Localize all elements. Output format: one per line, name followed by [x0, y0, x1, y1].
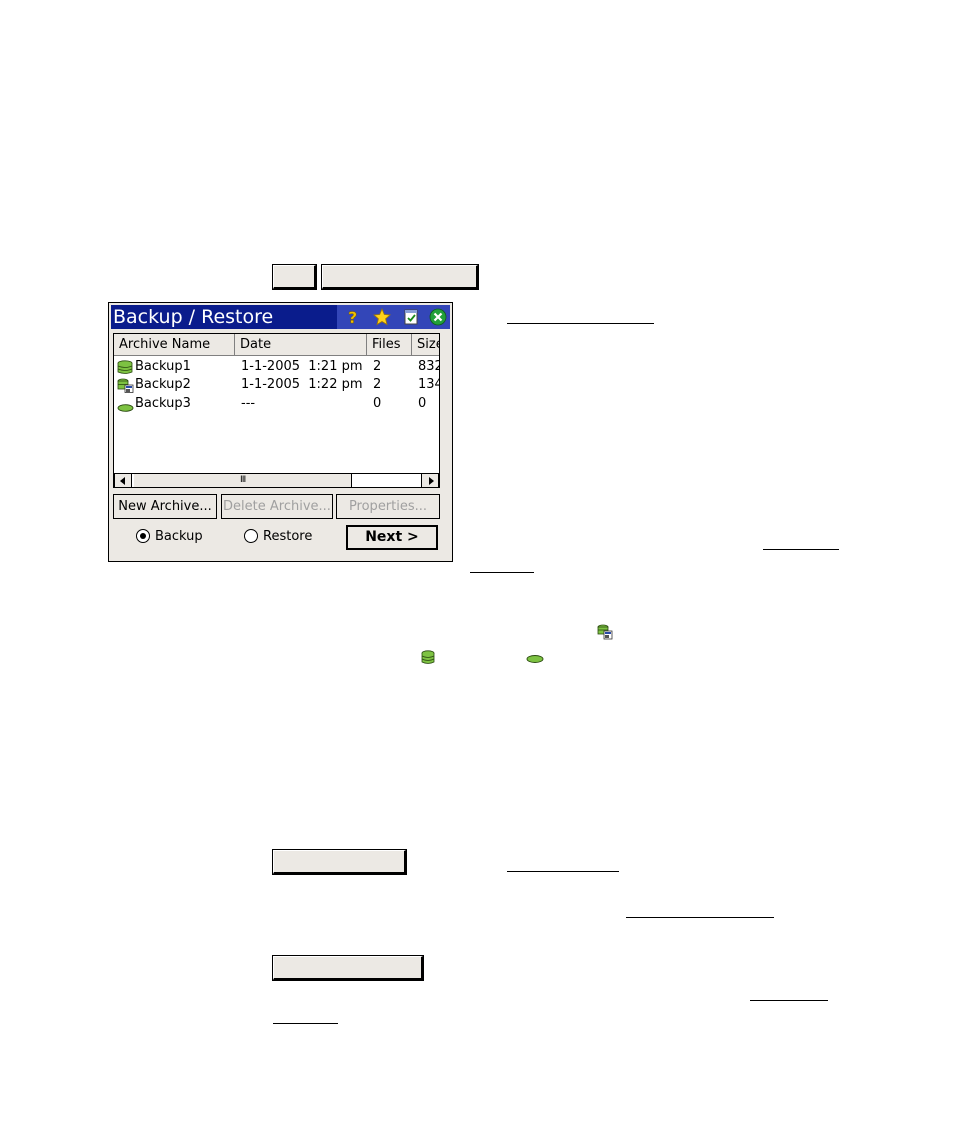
new-archive-button[interactable]: New Archive...	[113, 494, 217, 519]
database-stack-window-icon	[597, 624, 613, 640]
link-underline-5[interactable]	[626, 917, 774, 918]
link-underline-6[interactable]	[750, 1000, 828, 1001]
restore-radio[interactable]: Restore	[244, 528, 324, 546]
scroll-thumb[interactable]: Ⅲ	[134, 474, 352, 487]
grip-icon: Ⅲ	[240, 475, 247, 485]
archive-list[interactable]: Archive Name Date Files Size Backup1 1-1…	[113, 333, 440, 488]
backup-radio[interactable]: Backup	[136, 528, 216, 546]
archive-name: Backup1	[135, 359, 191, 374]
scroll-left-button[interactable]	[114, 474, 132, 487]
empty-disk-icon	[117, 404, 134, 412]
archive-size: 134	[418, 377, 439, 392]
blank-button-wide-top[interactable]	[321, 264, 479, 290]
arrow-right-icon	[429, 477, 434, 485]
archive-date: ---	[241, 396, 256, 411]
title-bar-icons: ?	[337, 305, 450, 329]
archive-date: 1-1-2005 1:21 pm	[241, 359, 363, 374]
column-header-archive-name[interactable]: Archive Name	[114, 334, 235, 356]
radio-selected-dot	[140, 533, 146, 539]
link-underline-1[interactable]	[507, 323, 654, 324]
column-header-size[interactable]: Size	[412, 334, 439, 356]
star-icon[interactable]	[373, 308, 391, 326]
properties-button[interactable]: Properties...	[336, 494, 440, 519]
archive-files: 2	[373, 359, 382, 374]
database-stack-icon	[117, 360, 133, 374]
help-icon[interactable]: ?	[343, 308, 361, 326]
backup-radio-label: Backup	[155, 529, 203, 544]
blank-button-small-top[interactable]	[272, 264, 317, 290]
archive-date: 1-1-2005 1:22 pm	[241, 377, 363, 392]
next-button[interactable]: Next >	[346, 525, 438, 550]
archive-name: Backup3	[135, 396, 191, 411]
archive-size: 832	[418, 359, 439, 374]
task-list-icon[interactable]	[402, 308, 420, 326]
archive-name: Backup2	[135, 377, 191, 392]
radio-circle	[244, 529, 258, 543]
delete-archive-button[interactable]: Delete Archive...	[221, 494, 333, 519]
blank-button-middle[interactable]	[272, 849, 407, 875]
svg-text:?: ?	[348, 308, 357, 326]
scroll-right-button[interactable]	[421, 474, 439, 487]
blank-button-lower[interactable]	[272, 955, 424, 981]
link-underline-3[interactable]	[470, 572, 534, 573]
arrow-left-icon	[120, 477, 125, 485]
archive-files: 2	[373, 377, 382, 392]
horizontal-scrollbar[interactable]: Ⅲ	[114, 473, 439, 487]
archive-files: 0	[373, 396, 382, 411]
column-header-files[interactable]: Files	[367, 334, 412, 356]
database-stack-window-icon	[117, 378, 134, 393]
window-title: Backup / Restore	[113, 306, 274, 328]
database-stack-icon	[421, 650, 435, 664]
link-underline-4[interactable]	[507, 871, 619, 872]
radio-circle	[136, 529, 150, 543]
link-underline-7[interactable]	[273, 1023, 338, 1024]
title-bar: Backup / Restore ?	[111, 305, 450, 329]
link-underline-2[interactable]	[763, 549, 839, 550]
archive-size: 0	[418, 396, 427, 411]
restore-radio-label: Restore	[263, 529, 313, 544]
close-icon[interactable]	[429, 308, 447, 326]
empty-disk-icon	[526, 655, 544, 663]
column-header-date[interactable]: Date	[235, 334, 367, 356]
backup-restore-window: Backup / Restore ? Archive Name Date Fil…	[108, 302, 453, 562]
